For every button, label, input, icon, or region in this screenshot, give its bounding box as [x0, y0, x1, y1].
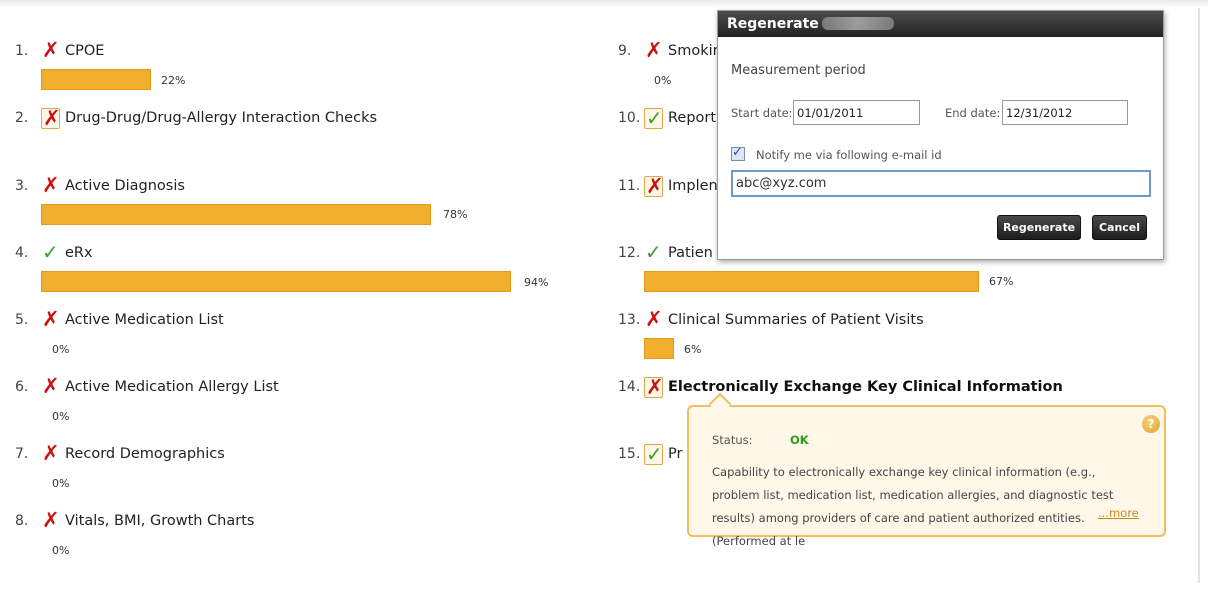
- start-date-label: Start date:: [731, 106, 793, 120]
- right-divider: [1198, 8, 1200, 583]
- measure-item-active-diagnosis: 3. Active Diagnosis 78%: [15, 173, 575, 225]
- measure-number: 1.: [15, 43, 29, 59]
- measure-number: 3.: [15, 178, 29, 194]
- measure-number: 11.: [618, 178, 641, 194]
- progress-bar: [41, 69, 151, 90]
- check-icon: [644, 106, 663, 130]
- measure-item-interaction-checks: 2. Drug-Drug/Drug-Allergy Interaction Ch…: [15, 106, 575, 132]
- fail-x-icon: [41, 307, 60, 331]
- measure-number: 14.: [618, 379, 641, 395]
- cancel-button[interactable]: Cancel: [1092, 215, 1147, 240]
- measure-item-active-medication-list: 5. Active Medication List 0%: [15, 307, 575, 356]
- measure-label[interactable]: Patien: [668, 245, 713, 261]
- check-icon: [644, 442, 663, 466]
- progress-percent: 0%: [52, 477, 70, 490]
- progress-percent: 67%: [989, 275, 1014, 288]
- measure-number: 6.: [15, 379, 29, 395]
- progress-percent: 0%: [52, 544, 70, 557]
- measure-number: 10.: [618, 110, 641, 126]
- measure-label[interactable]: Record Demographics: [65, 446, 225, 462]
- measure-number: 12.: [618, 245, 641, 261]
- measure-label[interactable]: Electronically Exchange Key Clinical Inf…: [668, 379, 1063, 395]
- email-input[interactable]: [731, 170, 1151, 197]
- measure-label[interactable]: Report: [668, 110, 716, 126]
- dialog-titlebar[interactable]: Regenerate: [718, 11, 1163, 37]
- measure-number: 4.: [15, 245, 29, 261]
- notify-email-label: Notify me via following e-mail id: [756, 148, 942, 162]
- measure-label[interactable]: CPOE: [65, 43, 104, 59]
- fail-x-icon: [41, 173, 60, 197]
- measure-number: 13.: [618, 312, 641, 328]
- progress-bar: [41, 271, 511, 292]
- measure-item-vitals: 8. Vitals, BMI, Growth Charts 0%: [15, 508, 575, 557]
- fail-x-icon: [644, 307, 663, 331]
- progress-percent: 78%: [443, 208, 468, 221]
- measure-item-cpoe: 1. CPOE 22%: [15, 38, 575, 90]
- notify-email-checkbox[interactable]: [731, 145, 745, 161]
- end-date-input[interactable]: [1002, 100, 1128, 125]
- fail-x-icon: [41, 508, 60, 532]
- regenerate-dialog: Regenerate Measurement period Start date…: [717, 10, 1164, 260]
- regenerate-button[interactable]: Regenerate: [997, 215, 1081, 240]
- more-link[interactable]: ...more: [1096, 506, 1139, 520]
- measure-item-erx: 4. eRx 94%: [15, 240, 575, 292]
- measure-number: 2.: [15, 110, 29, 126]
- measure-label[interactable]: eRx: [65, 245, 93, 261]
- progress-bar: [644, 271, 979, 292]
- measure-item-clinical-summaries: 13. Clinical Summaries of Patient Visits…: [618, 307, 1178, 359]
- measure-item-record-demographics: 7. Record Demographics 0%: [15, 441, 575, 490]
- tooltip-description: Capability to electronically exchange ke…: [712, 465, 1114, 548]
- fail-x-icon: [41, 38, 60, 62]
- fail-x-icon: [41, 106, 61, 130]
- progress-percent: 94%: [524, 276, 549, 289]
- measure-number: 9.: [618, 43, 632, 59]
- progress-percent: 0%: [52, 343, 70, 356]
- measure-label[interactable]: Smokin: [668, 43, 722, 59]
- blurred-title-text: [822, 17, 894, 30]
- measure-label[interactable]: Drug-Drug/Drug-Allergy Interaction Check…: [65, 110, 377, 126]
- dialog-title: Regenerate: [727, 16, 819, 32]
- measure-item-medication-allergy-list: 6. Active Medication Allergy List 0%: [15, 374, 575, 423]
- measure-number: 5.: [15, 312, 29, 328]
- fail-x-icon: [41, 374, 60, 398]
- fail-x-icon: [644, 375, 664, 399]
- check-icon: [644, 240, 663, 264]
- progress-bar: [41, 204, 431, 225]
- info-tooltip: Status: OK Capability to electronically …: [687, 405, 1166, 548]
- measure-label[interactable]: Implen: [668, 178, 718, 194]
- progress-bar: [644, 338, 674, 359]
- top-divider: [0, 0, 1208, 8]
- measure-label[interactable]: Clinical Summaries of Patient Visits: [668, 312, 924, 328]
- fail-x-icon: [644, 174, 664, 198]
- measure-label[interactable]: Active Medication List: [65, 312, 224, 328]
- start-date-input[interactable]: [793, 100, 920, 125]
- progress-percent: 22%: [161, 74, 186, 87]
- fail-x-icon: [644, 38, 663, 62]
- help-icon[interactable]: ?: [1142, 415, 1160, 433]
- measure-label[interactable]: Active Diagnosis: [65, 178, 185, 194]
- measure-label[interactable]: Pr: [668, 446, 682, 462]
- progress-percent: 0%: [654, 74, 672, 87]
- tooltip-status-label: Status:: [712, 433, 753, 447]
- measure-label[interactable]: Vitals, BMI, Growth Charts: [65, 513, 254, 529]
- end-date-label: End date:: [945, 106, 1001, 120]
- progress-percent: 0%: [52, 410, 70, 423]
- measure-item-exchange-clinical-info: 14. Electronically Exchange Key Clinical…: [618, 375, 1178, 401]
- measure-number: 7.: [15, 446, 29, 462]
- measure-label[interactable]: Active Medication Allergy List: [65, 379, 279, 395]
- fail-x-icon: [41, 441, 60, 465]
- progress-percent: 6%: [684, 343, 702, 356]
- measure-number: 15.: [618, 446, 641, 462]
- tooltip-status-value: OK: [790, 433, 809, 447]
- measurement-period-heading: Measurement period: [731, 63, 866, 78]
- measure-number: 8.: [15, 513, 29, 529]
- check-icon: [41, 240, 60, 264]
